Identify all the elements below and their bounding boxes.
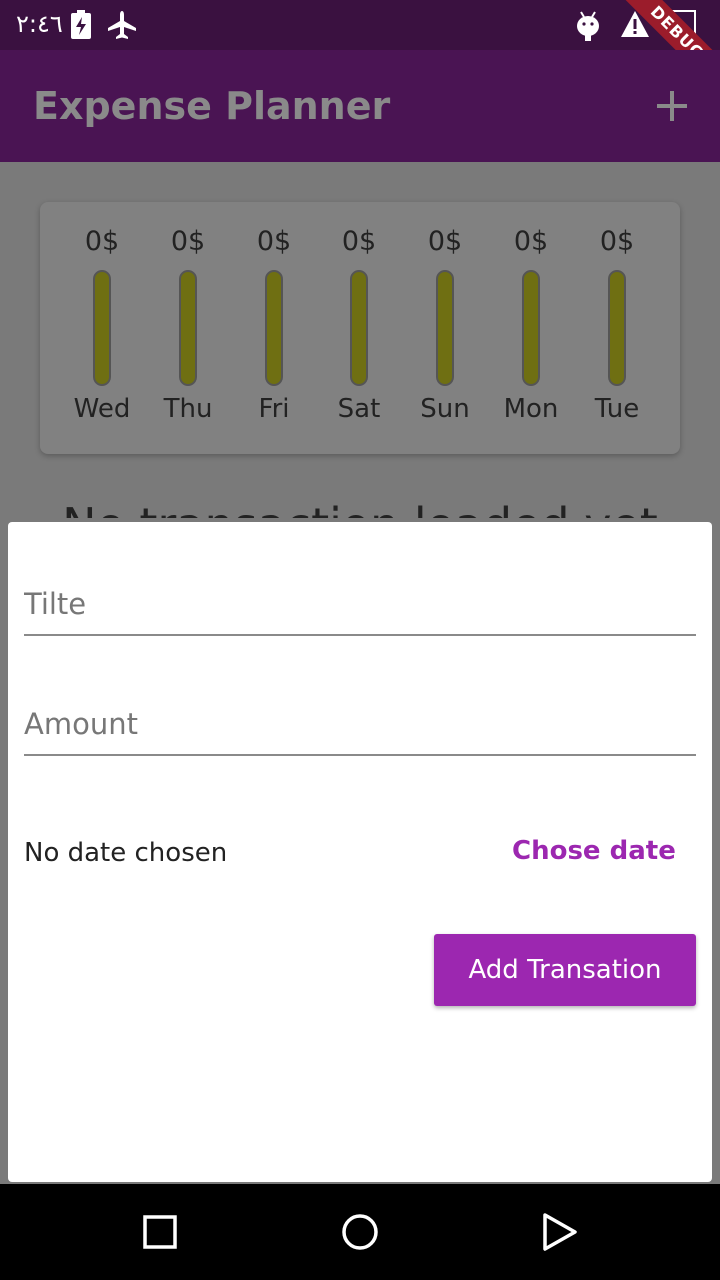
navigation-bar — [0, 1184, 720, 1280]
bar-amount: 0$ — [84, 226, 120, 257]
title-input[interactable] — [24, 574, 696, 634]
home-icon[interactable] — [340, 1212, 380, 1256]
bar-day: Sat — [337, 394, 381, 424]
bar-track — [608, 270, 626, 386]
add-icon[interactable] — [652, 86, 692, 130]
battery-charging-icon — [70, 10, 92, 44]
bar-day: Mon — [503, 394, 559, 424]
android-icon — [574, 10, 602, 46]
bar-day: Thu — [163, 394, 213, 424]
empty-message-text: No transaction loaded yet — [62, 498, 658, 518]
bar-track — [522, 270, 540, 386]
bar-amount: 0$ — [341, 226, 377, 257]
bar-track — [436, 270, 454, 386]
bar-day: Sun — [420, 394, 470, 424]
back-icon[interactable] — [540, 1212, 580, 1256]
amount-input[interactable] — [24, 694, 696, 754]
status-time: ٢:٤٦ — [16, 10, 63, 38]
new-transaction-sheet: No date chosen Chose date Add Transation — [8, 522, 712, 1182]
bar-amount: 0$ — [599, 226, 635, 257]
chart-bar-thu: 0$ Thu — [145, 224, 231, 424]
weekly-chart-card: 0$ Wed 0$ Thu 0$ Fri 0$ Sat 0$ Sun 0$ Mo… — [40, 202, 680, 454]
bar-amount: 0$ — [170, 226, 206, 257]
empty-transactions-message: No transaction loaded yet — [0, 498, 720, 518]
recents-icon[interactable] — [142, 1212, 178, 1256]
chart-bar-sun: 0$ Sun — [402, 224, 488, 424]
bar-amount: 0$ — [256, 226, 292, 257]
app-title: Expense Planner — [33, 84, 391, 128]
amount-field — [24, 694, 696, 756]
chart-bar-mon: 0$ Mon — [488, 224, 574, 424]
bar-day: Wed — [73, 394, 131, 424]
bar-track — [265, 270, 283, 386]
chart-bar-tue: 0$ Tue — [574, 224, 660, 424]
bar-amount: 0$ — [513, 226, 549, 257]
status-bar: ٢:٤٦ DEBUG — [0, 0, 720, 103]
add-transaction-button[interactable]: Add Transation — [434, 934, 696, 1006]
bar-track — [93, 270, 111, 386]
bar-track — [350, 270, 368, 386]
title-field — [24, 574, 696, 636]
app-bar: Expense Planner — [0, 50, 720, 162]
bar-day: Fri — [258, 394, 290, 424]
bar-day: Tue — [594, 394, 640, 424]
bar-track — [179, 270, 197, 386]
chart-bar-wed: 0$ Wed — [59, 224, 145, 424]
date-status-label: No date chosen — [24, 838, 228, 868]
bar-amount: 0$ — [427, 226, 463, 257]
airplane-icon — [106, 10, 138, 44]
chart-bar-sat: 0$ Sat — [316, 224, 402, 424]
choose-date-button[interactable]: Chose date — [512, 836, 676, 866]
chart-bar-fri: 0$ Fri — [231, 224, 317, 424]
